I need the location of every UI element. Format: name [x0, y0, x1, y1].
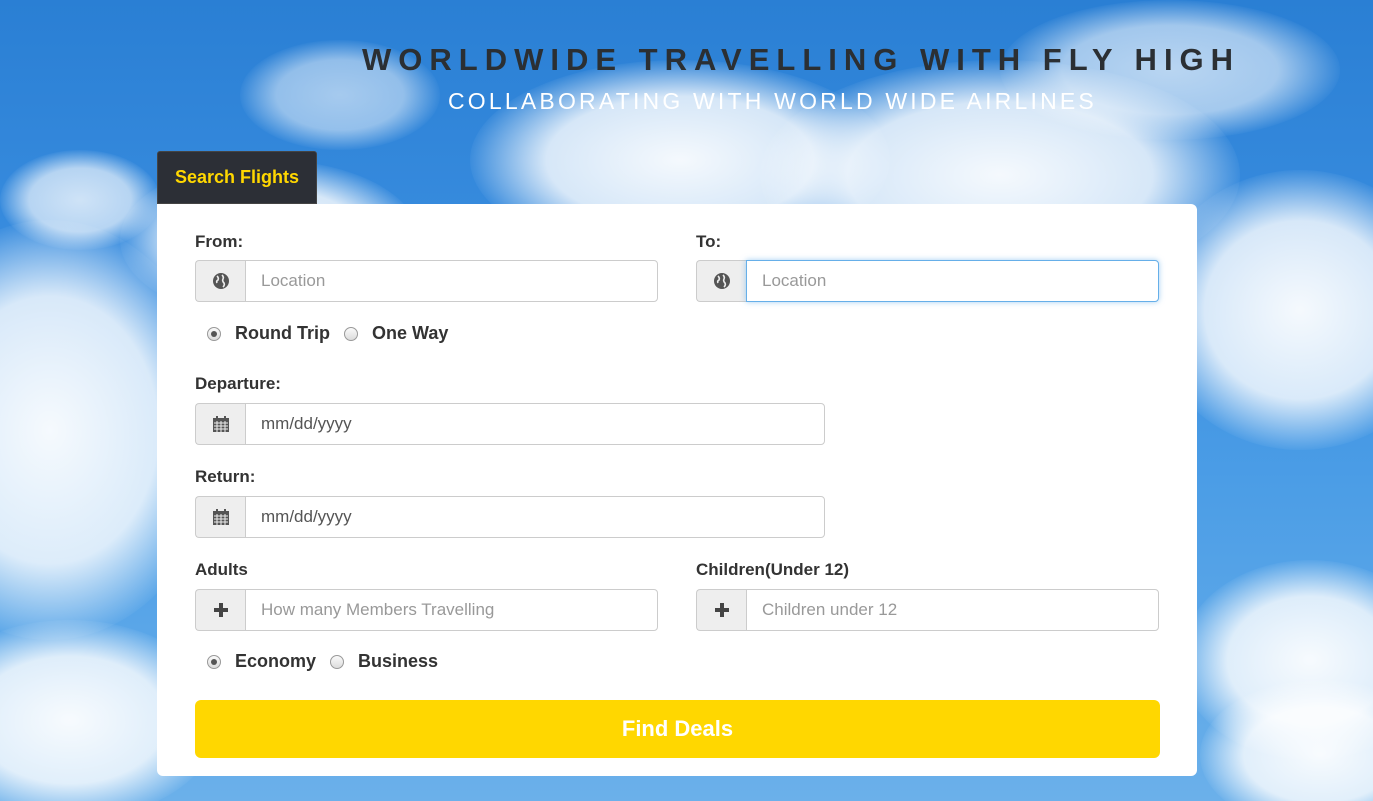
- search-form-panel: From: To: Round Trip One Way Departure: …: [157, 204, 1197, 776]
- return-date-input[interactable]: [245, 496, 825, 538]
- page-title: WORLDWIDE TRAVELLING WITH FLY HIGH: [362, 42, 1241, 77]
- from-field-group: [195, 260, 658, 302]
- cabin-class-group: Economy Business: [207, 651, 452, 672]
- economy-radio[interactable]: [207, 654, 221, 669]
- plus-icon: [696, 589, 746, 631]
- departure-date-input[interactable]: [245, 403, 825, 445]
- round-trip-radio[interactable]: [207, 326, 221, 341]
- return-field-group: [195, 496, 825, 538]
- globe-icon: [195, 260, 245, 302]
- trip-type-group: Round Trip One Way: [207, 323, 462, 344]
- business-radio[interactable]: [330, 654, 345, 669]
- one-way-radio[interactable]: [343, 326, 358, 341]
- plus-icon: [195, 589, 245, 631]
- one-way-label[interactable]: One Way: [372, 323, 448, 344]
- children-input[interactable]: [746, 589, 1159, 631]
- to-field-group: [696, 260, 1159, 302]
- departure-field-group: [195, 403, 825, 445]
- adults-field-group: [195, 589, 658, 631]
- calendar-icon: [195, 403, 245, 445]
- calendar-icon: [195, 496, 245, 538]
- to-input[interactable]: [746, 260, 1159, 302]
- from-label: From:: [195, 232, 244, 251]
- from-input[interactable]: [245, 260, 658, 302]
- economy-label[interactable]: Economy: [235, 651, 316, 672]
- globe-icon: [696, 260, 746, 302]
- to-label: To:: [696, 232, 722, 251]
- page-subtitle: COLLABORATING WITH WORLD WIDE AIRLINES: [448, 88, 1097, 114]
- find-deals-button[interactable]: Find Deals: [195, 700, 1160, 758]
- return-label: Return:: [195, 467, 256, 486]
- adults-label: Adults: [195, 560, 248, 579]
- tab-search-flights[interactable]: Search Flights: [157, 151, 317, 204]
- children-field-group: [696, 589, 1159, 631]
- children-label: Children(Under 12): [696, 560, 850, 579]
- departure-label: Departure:: [195, 374, 281, 393]
- round-trip-label[interactable]: Round Trip: [235, 323, 330, 344]
- adults-input[interactable]: [245, 589, 658, 631]
- business-label[interactable]: Business: [358, 651, 438, 672]
